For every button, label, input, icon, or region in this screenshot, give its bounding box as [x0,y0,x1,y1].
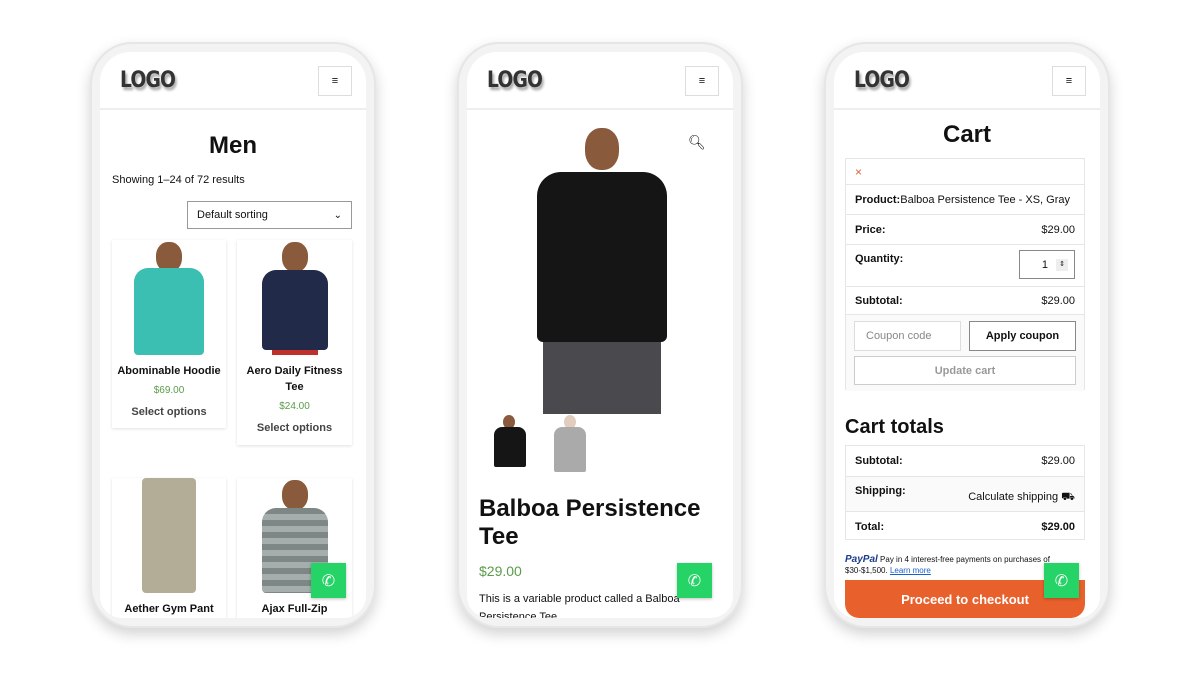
logo[interactable]: LOGO [487,68,543,93]
result-count: Showing 1–24 of 72 results [112,174,245,186]
product-image[interactable] [237,240,352,355]
quantity-label: Quantity: [855,253,904,265]
product-label: Product: [855,193,901,206]
menu-button[interactable]: ≡ [318,66,352,96]
truck-icon: ⛟ [1061,491,1075,503]
product-card[interactable]: Abominable Hoodie $69.00 Select options [112,240,226,428]
site-header: LOGO ≡ [100,52,366,110]
search-zoom-icon[interactable]: 🔍︎ [688,134,706,151]
calculate-shipping-link[interactable]: Calculate shipping [968,491,1058,503]
whatsapp-icon: ✆ [687,572,702,590]
shop-screen: LOGO ≡ Men Showing 1–24 of 72 results De… [100,52,366,618]
product-title[interactable]: Abominable Hoodie [112,363,226,379]
quantity-stepper[interactable]: 1 ⇕ [1019,250,1075,279]
subtotal-label: Subtotal: [855,294,903,307]
apply-coupon-button[interactable]: Apply coupon [969,321,1076,351]
product-main-image[interactable] [527,124,677,414]
total-label: Total: [855,520,885,533]
sorting-value: Default sorting [197,209,268,221]
chevron-down-icon: ⌄ [333,209,342,221]
whatsapp-button[interactable]: ✆ [1044,563,1079,598]
subtotal-value: $29.00 [1041,294,1075,307]
product-title[interactable]: Aether Gym Pant [112,601,226,617]
cart-totals-table: Subtotal: $29.00 Shipping: Calculate shipp… [845,445,1085,540]
learn-more-link[interactable]: Learn more [890,566,931,575]
whatsapp-button[interactable]: ✆ [677,563,712,598]
select-options-button[interactable]: Select options [237,422,352,434]
product-card[interactable]: Aero Daily Fitness Tee $24.00 Select opt… [237,240,352,445]
page-title: Men [209,132,257,159]
product-description: This is a variable product called a Balb… [479,593,680,618]
phone-cart: LOGO ≡ Cart × Product:Balboa Persistence… [824,42,1110,628]
paypal-logo: PayPal [845,554,878,565]
product-image[interactable] [112,240,226,355]
whatsapp-icon: ✆ [321,572,336,590]
product-price: $69.00 [153,385,185,396]
remove-item-icon[interactable]: × [855,165,862,179]
product-title: Balboa Persistence Tee [479,495,701,550]
total-value: $29.00 [1041,520,1075,533]
sorting-select[interactable]: Default sorting ⌄ [187,201,352,229]
price-value: $29.00 [1041,223,1075,236]
whatsapp-button[interactable]: ✆ [311,563,346,598]
thumbnail-gray[interactable] [551,413,589,472]
update-cart-button[interactable]: Update cart [854,356,1076,385]
coupon-code-input[interactable]: Coupon code [854,321,961,351]
product-value: Balboa Persistence Tee - XS, Gray [900,193,1071,206]
product-card[interactable]: Aether Gym Pant [112,478,226,618]
menu-button[interactable]: ≡ [685,66,719,96]
quantity-value: 1 [1041,258,1048,271]
product-title[interactable]: Ajax Full-Zip [237,601,352,617]
cart-screen: LOGO ≡ Cart × Product:Balboa Persistence… [834,52,1100,618]
site-header: LOGO ≡ [834,52,1100,110]
phone-shop: LOGO ≡ Men Showing 1–24 of 72 results De… [90,42,376,628]
whatsapp-icon: ✆ [1054,572,1069,590]
product-title[interactable]: Aero Daily Fitness Tee [237,363,352,395]
product-price: $29.00 [479,563,522,579]
hamburger-icon: ≡ [331,75,339,87]
menu-button[interactable]: ≡ [1052,66,1086,96]
hamburger-icon: ≡ [1065,75,1073,87]
product-screen: LOGO ≡ 🔍︎ Balboa Persistence Tee $29.00 … [467,52,733,618]
logo[interactable]: LOGO [854,68,910,93]
cart-totals-title: Cart totals [845,416,944,438]
cart-table: × Product:Balboa Persistence Tee - XS, G… [845,158,1085,391]
thumbnail-black[interactable] [491,413,529,472]
logo[interactable]: LOGO [120,68,176,93]
totals-subtotal-value: $29.00 [1041,455,1075,467]
site-header: LOGO ≡ [467,52,733,110]
totals-subtotal-label: Subtotal: [855,455,903,467]
page-title: Cart [942,121,991,148]
select-options-button[interactable]: Select options [112,406,226,418]
phone-product: LOGO ≡ 🔍︎ Balboa Persistence Tee $29.00 … [457,42,743,628]
shipping-label: Shipping: [855,485,906,497]
price-label: Price: [855,223,886,236]
spinner-icon[interactable]: ⇕ [1056,258,1068,271]
product-price: $24.00 [279,401,310,412]
hamburger-icon: ≡ [698,75,706,87]
product-image[interactable] [112,478,226,593]
